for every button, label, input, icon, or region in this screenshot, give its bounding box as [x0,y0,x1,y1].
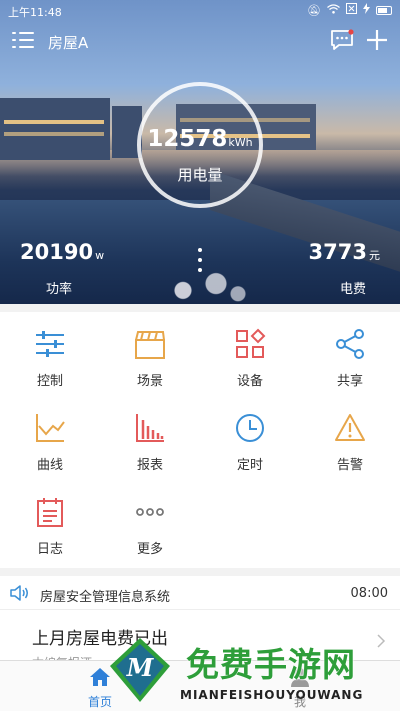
notice-bar[interactable]: 房屋安全管理信息系统 08:00 [0,576,400,610]
power-stat: 20190 w 功率 [20,240,104,297]
grid-item-label: 曲线 [36,458,63,473]
grid-item-label: 告警 [336,458,363,473]
grid-item-more[interactable]: 更多 [100,480,200,564]
log-icon [37,498,63,527]
cost-value: 3773 [308,240,367,264]
energy-value: 12578kWh [141,126,259,152]
chevron-right-icon [377,634,386,648]
grid-item-share[interactable]: 共享 [300,312,400,396]
cost-stat: 3773 元 电费 [309,240,380,297]
menu-icon[interactable] [12,31,34,49]
grid-item-timer[interactable]: 定时 [200,396,300,480]
energy-label: 用电量 [177,166,223,184]
wifi-icon [327,3,340,17]
status-bar: 上午11:48 🔕︎ [0,0,400,22]
watermark-letter: M [126,653,155,682]
notice-text: 房屋安全管理信息系统 [40,590,171,605]
clock-icon [236,414,264,442]
building-lights [4,120,104,124]
grid-item-control[interactable]: 控制 [0,312,100,396]
chat-icon[interactable] [330,29,354,51]
building-left [0,98,110,160]
warning-icon [335,414,365,441]
grid-item-label: 共享 [336,374,363,389]
battery-icon [376,5,392,15]
bar-chart-icon [136,414,164,442]
grid-item-log[interactable]: 日志 [0,480,100,564]
notice-time: 08:00 [350,586,388,601]
function-grid: 控制 场景 设备 共享 曲线 报表 定时 告警 日志 更多 [0,312,400,568]
grid-item-alarm[interactable]: 告警 [300,396,400,480]
grid-item-label: 日志 [36,542,63,557]
sim-off-icon [346,3,357,17]
watermark-text: 免费手游网 [186,645,356,684]
status-time: 上午11:48 [8,6,62,19]
cost-unit: 元 [369,249,380,262]
grid-item-label: 场景 [136,374,163,389]
building-lights [4,132,104,136]
grid-item-label: 定时 [236,458,263,473]
energy-ring: 12578kWh 用电量 [137,82,263,208]
power-value: 20190 [20,240,94,264]
grid-item-label: 更多 [136,542,163,557]
line-chart-icon [36,414,65,442]
watermark-logo-icon: M [110,638,170,702]
plus-icon[interactable] [366,29,388,51]
devices-icon [236,328,266,358]
energy-number: 12578 [147,126,228,152]
share-icon [336,329,364,359]
power-unit: w [95,249,105,262]
energy-unit: kWh [228,136,253,149]
reeds [150,270,260,304]
house-name[interactable]: 房屋A [48,32,88,53]
clapperboard-icon [135,331,165,359]
watermark-sub: MIANFEISHOUYOUWANG [180,688,364,702]
power-label: 功率 [46,282,73,297]
grid-item-curve[interactable]: 曲线 [0,396,100,480]
grid-item-scene[interactable]: 场景 [100,312,200,396]
grid-item-label: 控制 [36,374,63,389]
grid-item-report[interactable]: 报表 [100,396,200,480]
charging-icon [363,3,370,17]
hero-banner: 上午11:48 🔕︎ 房屋A 12578kWh 用电量 20190 w 功率 3… [0,0,400,304]
hero-more-icon[interactable] [196,248,204,278]
grid-item-label: 报表 [136,458,163,473]
more-icon [136,508,164,516]
speaker-icon [10,585,28,601]
sliders-icon [36,331,64,357]
mute-icon: 🔕︎ [307,3,321,17]
cost-label: 电费 [339,282,366,297]
grid-item-device[interactable]: 设备 [200,312,300,396]
grid-item-label: 设备 [236,374,263,389]
top-bar: 房屋A [0,26,400,58]
